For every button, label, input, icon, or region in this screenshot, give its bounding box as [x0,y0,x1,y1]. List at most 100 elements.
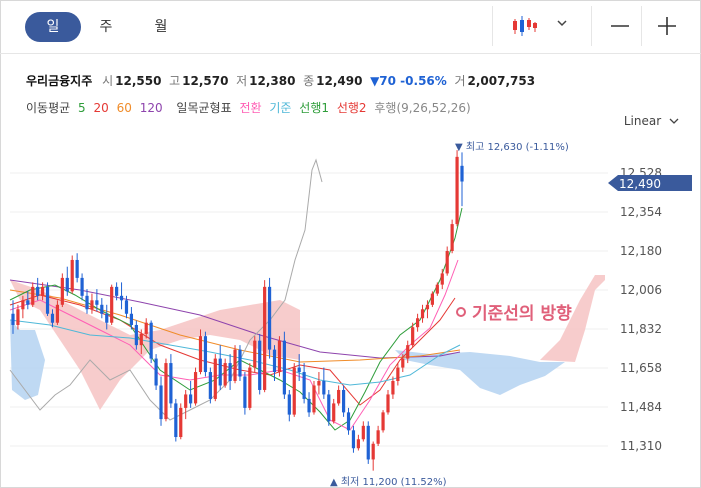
candle-body [287,394,291,415]
candle [174,398,178,442]
scale-label: Linear [623,114,662,128]
change-value: ▼70 -0.56% [370,74,447,88]
candle-body [85,295,89,310]
candle [189,381,193,408]
close-value: 12,490 [316,74,363,88]
candle-body [282,340,286,395]
candle [258,333,262,395]
tab-weekly[interactable]: 주 [80,12,132,42]
candle-body [110,286,114,323]
candle [90,293,94,314]
current-price-label: 12,490 [619,177,661,191]
candle-body [396,367,400,381]
candle [361,421,365,442]
candle-body [119,295,124,301]
conversion-line-label: 전환 [239,101,262,115]
candle [460,152,464,207]
ma-label[interactable]: 이동평균 [26,101,70,115]
candle [322,367,326,399]
candle [302,363,306,404]
candle-body [322,381,326,395]
candle-body [386,394,390,413]
candle [159,376,163,426]
candle [75,253,79,283]
candle-body [11,313,15,325]
candle-body [105,313,109,323]
toolbar-divider [641,6,642,46]
plus-icon[interactable] [657,16,677,40]
candle [169,354,173,408]
candle [100,298,104,319]
y-tick-label: 11,484 [620,400,662,414]
candle [312,381,316,415]
candle-body [144,322,148,334]
open-label: 시 [102,74,114,88]
ma20-label: 20 [93,101,109,115]
candle [341,385,346,417]
candle-body [149,322,153,359]
low-marker: ▲ 최저 11,200 (11.52%) [330,476,447,488]
candle [455,150,459,227]
candle [332,398,336,424]
ichimoku-cloud [10,275,605,410]
candle [218,345,222,390]
ichimoku-label[interactable]: 일목균형표 [176,101,231,115]
low-label: 저 [236,74,248,88]
ma60-label: 60 [116,101,132,115]
candle-body [21,300,25,310]
candle [193,367,198,406]
candle-body [65,277,69,292]
scale-selector[interactable]: Linear [624,114,679,128]
candle-body [41,286,45,296]
minus-icon[interactable] [610,16,630,40]
candle-body [179,407,183,438]
candle [396,363,400,386]
candle-body [401,358,405,368]
candle-body [174,403,178,438]
candle-body [100,304,104,314]
candle-body [420,309,425,319]
candle-body [218,358,222,386]
candle [164,358,168,422]
candle-body [302,372,306,399]
candle-body [297,367,301,373]
annotation[interactable]: 기준선의 방향 [456,303,572,324]
candle-body [90,300,94,310]
candle-body [435,284,439,294]
candle-body [208,372,212,399]
candle-body [415,318,420,328]
cloud-red-region [10,280,300,410]
candle-body [263,286,267,390]
candle [317,372,321,395]
candle-body [95,300,99,305]
toolbar-divider [492,6,493,46]
candle-body [450,224,454,251]
candle-body [411,327,415,346]
candle [80,273,84,301]
stock-summary: 우리금융지주 시 12,550 고 12,570 저 12,380 종 12,490 ▼… [26,72,535,89]
chevron-down-icon[interactable] [556,14,568,33]
candle-body [193,372,198,404]
candle-body [248,367,252,408]
candle-body [391,381,395,395]
y-tick-label: 12,354 [620,205,662,219]
candle [282,331,286,399]
candlestick-icon[interactable] [510,14,538,42]
candle-body [307,398,311,413]
y-tick-label: 12,006 [620,283,662,297]
lead-span2-label: 선행2 [336,101,367,115]
candle-body [203,336,208,373]
tab-daily[interactable]: 일 [25,12,81,42]
candle [233,345,237,384]
tab-monthly[interactable]: 월 [135,12,187,42]
candle-body [332,403,336,422]
candle [337,385,341,406]
price-chart[interactable]: 12,52812,35412,18012,00611,83211,65811,4… [0,130,701,488]
lagging-span-label: 후행(9,26,52,26) [374,101,471,115]
candle [381,410,385,433]
svg-text:▲ 최저 11,200 (11.52%): ▲ 최저 11,200 (11.52%) [330,476,447,488]
candle [238,345,242,381]
annotation-marker [456,307,466,317]
candle-body [361,425,365,440]
candle-body [129,313,134,325]
